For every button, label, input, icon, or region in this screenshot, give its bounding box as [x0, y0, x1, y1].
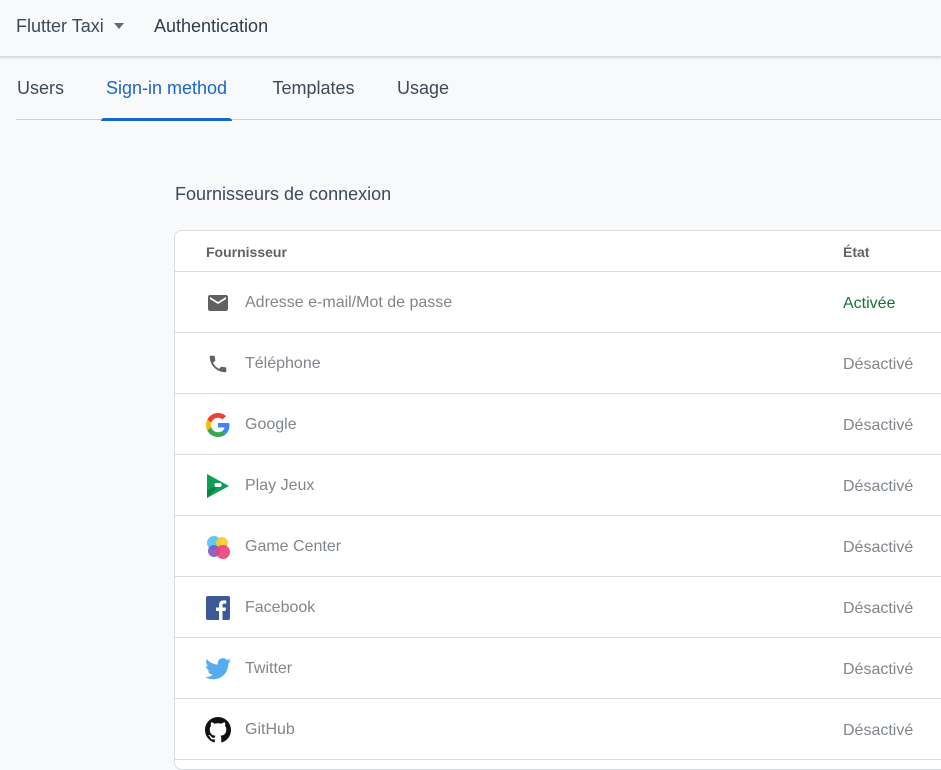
table-header: Fournisseur État [175, 231, 941, 272]
chevron-down-icon [113, 23, 124, 29]
google-icon [205, 412, 231, 438]
tab-usage[interactable]: Usage [397, 57, 449, 120]
github-icon [205, 717, 231, 743]
provider-name: Facebook [245, 599, 316, 616]
providers-heading: Fournisseurs de connexion [175, 184, 392, 204]
twitter-icon [205, 656, 231, 682]
provider-name: Twitter [245, 660, 293, 677]
provider-name: Téléphone [245, 355, 321, 372]
provider-state: Désactivé [843, 722, 914, 739]
provider-name: Adresse e-mail/Mot de passe [245, 294, 453, 311]
provider-name: Google [245, 416, 297, 433]
provider-name: GitHub [245, 721, 295, 738]
provider-state: Désactivé [843, 539, 914, 556]
provider-row-game-center[interactable]: Game Center Désactivé [175, 516, 941, 577]
provider-row-email[interactable]: Adresse e-mail/Mot de passe Activée [175, 272, 941, 333]
provider-row-google[interactable]: Google Désactivé [175, 394, 941, 455]
provider-state: Désactivé [843, 661, 914, 678]
email-icon [205, 290, 231, 316]
tab-sign-in-method[interactable]: Sign-in method [101, 57, 232, 121]
column-header-state: État [843, 244, 870, 260]
project-selector[interactable]: Flutter Taxi [16, 14, 124, 38]
tab-users[interactable]: Users [16, 57, 65, 120]
providers-table: Fournisseur État Adresse e-mail/Mot de p… [174, 230, 941, 770]
provider-name: Play Jeux [245, 477, 315, 494]
provider-row-play-games[interactable]: Play Jeux Désactivé [175, 455, 941, 516]
play-games-icon [205, 473, 231, 499]
provider-row-github[interactable]: GitHub Désactivé [175, 699, 941, 760]
provider-state: Désactivé [843, 478, 914, 495]
top-app-bar: Flutter Taxi Authentication [0, 0, 941, 57]
facebook-icon [205, 595, 231, 621]
provider-state: Désactivé [843, 356, 914, 373]
provider-row-twitter[interactable]: Twitter Désactivé [175, 638, 941, 699]
provider-name: Game Center [245, 538, 342, 555]
provider-row-phone[interactable]: Téléphone Désactivé [175, 333, 941, 394]
provider-state: Activée [843, 295, 896, 312]
provider-state: Désactivé [843, 600, 914, 617]
phone-icon [205, 351, 231, 377]
tab-bar: Users Sign-in method Templates Usage [16, 57, 941, 121]
provider-state: Désactivé [843, 417, 914, 434]
tab-templates[interactable]: Templates [270, 57, 357, 120]
page-title: Authentication [154, 15, 269, 36]
game-center-icon [205, 534, 231, 560]
provider-row-facebook[interactable]: Facebook Désactivé [175, 577, 941, 638]
project-name: Flutter Taxi [16, 15, 104, 36]
column-header-provider: Fournisseur [206, 244, 287, 260]
